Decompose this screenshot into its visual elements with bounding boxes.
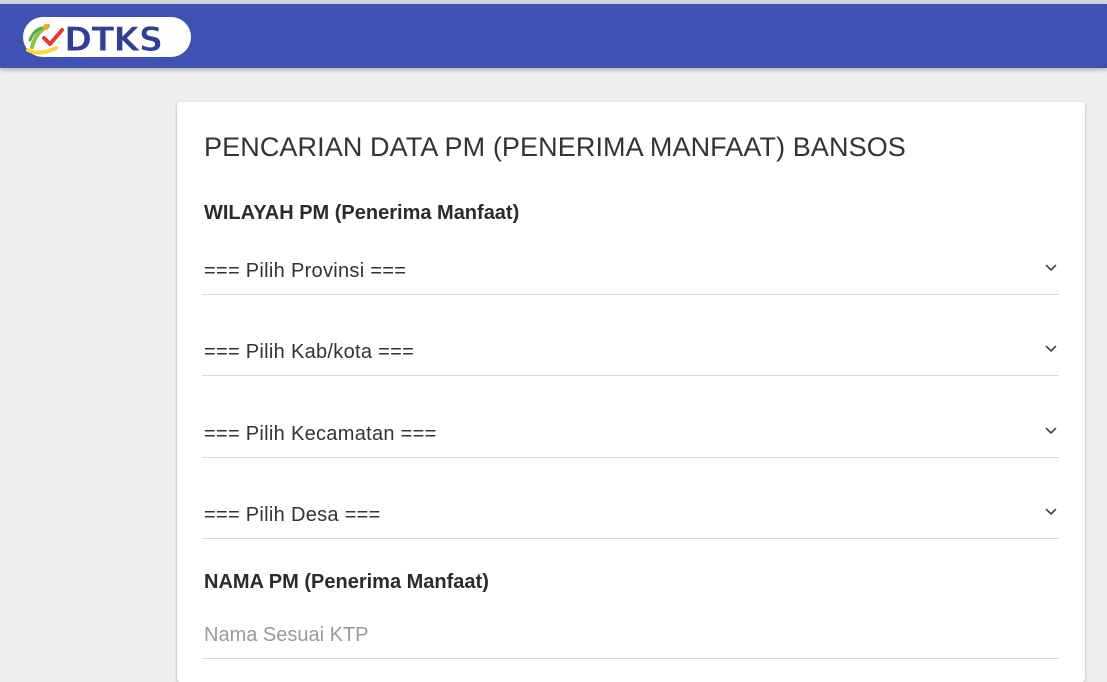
chevron-down-icon	[1045, 345, 1057, 353]
chevron-down-icon	[1045, 427, 1057, 435]
nama-field	[202, 610, 1059, 659]
top-app-bar: DTKS	[0, 4, 1107, 68]
chevron-down-icon	[1045, 264, 1057, 272]
kecamatan-select[interactable]: === Pilih Kecamatan ===	[202, 409, 1059, 458]
desa-select[interactable]: === Pilih Desa ===	[202, 490, 1059, 539]
wilayah-label: WILAYAH PM (Penerima Manfaat)	[204, 202, 520, 224]
kecamatan-select-value: === Pilih Kecamatan ===	[204, 423, 437, 445]
provinsi-select-value: === Pilih Provinsi ===	[204, 260, 407, 282]
kabkota-select[interactable]: === Pilih Kab/kota ===	[202, 327, 1059, 376]
kabkota-select-value: === Pilih Kab/kota ===	[204, 341, 415, 363]
chevron-down-icon	[1045, 508, 1057, 516]
nama-input[interactable]	[202, 618, 1054, 652]
provinsi-select[interactable]: === Pilih Provinsi ===	[202, 246, 1059, 295]
desa-select-value: === Pilih Desa ===	[204, 504, 381, 526]
dtks-logo-icon[interactable]: DTKS	[22, 14, 194, 60]
svg-text:DTKS: DTKS	[64, 20, 162, 60]
page-title: PENCARIAN DATA PM (PENERIMA MANFAAT) BAN…	[204, 132, 906, 162]
nama-label: NAMA PM (Penerima Manfaat)	[204, 571, 489, 593]
search-card: PENCARIAN DATA PM (PENERIMA MANFAAT) BAN…	[177, 102, 1085, 682]
